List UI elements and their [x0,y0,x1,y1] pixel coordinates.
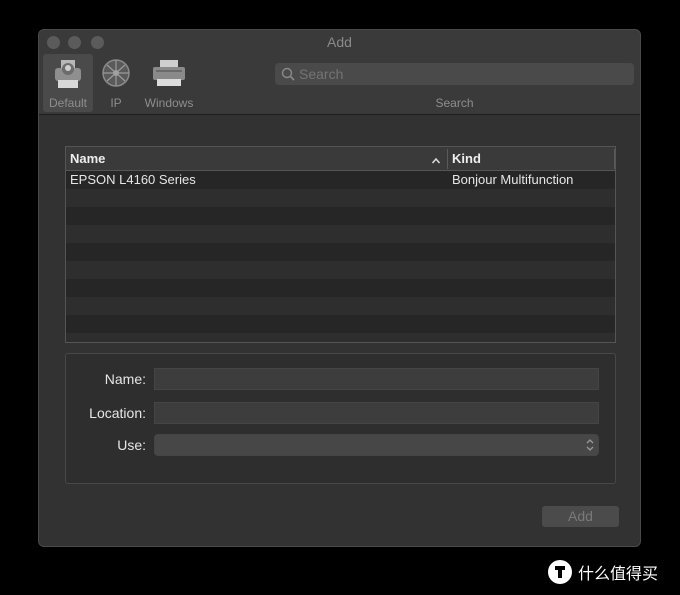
add-button[interactable]: Add [542,506,619,527]
column-header-name[interactable]: Name [70,147,440,170]
location-input[interactable] [155,403,598,423]
search-field[interactable] [275,63,634,85]
column-header-label: Name [70,151,106,166]
watermark: 什么值得买 [548,558,658,586]
use-select[interactable] [154,434,599,456]
printer-table[interactable]: Name Kind EPSON L4160 Series Bonjour Mul… [65,146,616,343]
table-row-empty [66,279,615,297]
table-row-empty [66,315,615,333]
chevron-updown-icon [585,437,595,453]
search-caption: Search [435,96,474,110]
window-title: Add [327,34,352,50]
table-row-empty [66,333,615,342]
windows-printer-icon [151,58,187,93]
watermark-text: 什么值得买 [578,564,659,583]
toolbar-item-ip[interactable]: IP [99,54,133,112]
printer-default-icon [52,58,84,95]
table-row[interactable]: EPSON L4160 Series Bonjour Multifunction [66,171,615,189]
column-divider[interactable] [614,149,615,169]
location-label: Location: [89,405,146,421]
row-kind: Bonjour Multifunction [452,172,574,187]
toolbar-item-default[interactable]: Default [43,54,93,112]
name-field[interactable] [154,368,599,390]
table-header: Name Kind [66,147,615,171]
table-row-empty [66,189,615,207]
table-row-empty [66,297,615,315]
column-header-label: Kind [452,151,481,166]
search-icon [281,67,295,86]
table-row-empty [66,225,615,243]
toolbar-item-label: Windows [144,96,194,110]
search-input[interactable] [299,63,619,85]
ip-globe-icon [101,58,131,93]
table-row-empty [66,207,615,225]
table-row-empty [66,243,615,261]
printer-details-form: Name: Location: Use: [65,353,616,484]
row-name: EPSON L4160 Series [70,172,196,187]
chevron-up-icon[interactable] [431,153,441,171]
toolbar-item-windows[interactable]: Windows [139,54,199,112]
location-field[interactable] [154,402,599,424]
table-row-empty [66,261,615,279]
window-toolbar: Add Default IP Windows Search Search [39,30,640,115]
column-header-kind[interactable]: Kind [452,147,612,170]
smzdm-logo-icon [548,560,572,584]
column-divider[interactable] [447,149,448,169]
add-printer-window: Add Default IP Windows Search Search Nam… [38,29,641,547]
toolbar-item-label: Default [48,96,88,110]
toolbar-item-label: IP [110,96,122,110]
use-label: Use: [117,437,146,453]
name-label: Name: [104,371,146,387]
name-input[interactable] [155,369,598,389]
